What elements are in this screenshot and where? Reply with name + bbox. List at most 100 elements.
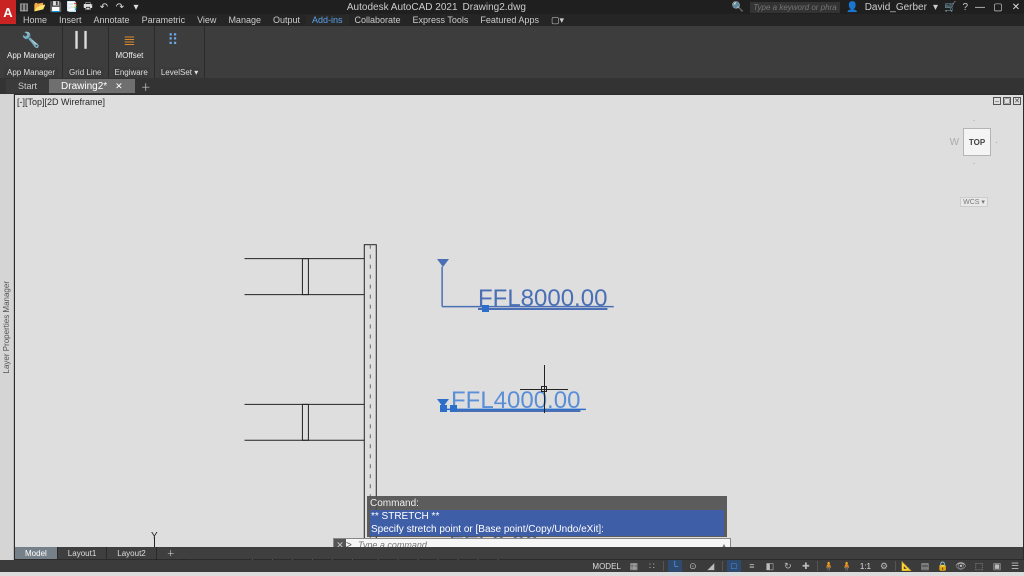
polar-icon[interactable]: ⊙ [686,560,700,572]
layout-add-icon[interactable]: ＋ [157,547,185,559]
menu-output[interactable]: Output [267,15,306,25]
appmanager-button[interactable]: 🔧 App Manager [4,28,58,61]
ribbon-panel-levelset: ⠿ LevelSet ▾ [155,26,205,78]
close-button[interactable]: ✕ [1010,1,1022,13]
tab-close-icon[interactable]: ✕ [115,81,123,92]
osnap-icon[interactable]: □ [727,560,741,572]
status-scale[interactable]: 1:1 [858,562,873,571]
level-text-ffl8000[interactable]: FFL8000.00 [478,285,607,313]
crosshair-cursor [520,365,568,413]
menu-view[interactable]: View [191,15,222,25]
tab-start[interactable]: Start [6,79,49,93]
tab-new-icon[interactable]: ＋ [139,79,153,93]
signin-icon[interactable]: 👤 [846,2,858,13]
palette-bar-layerprops[interactable]: Layer Properties Manager [0,94,14,560]
annoscale-icon[interactable]: 🧍 [840,560,854,572]
menu-manage[interactable]: Manage [222,15,267,25]
menu-bar: Home Insert Annotate Parametric View Man… [0,14,1024,26]
moffset-button[interactable]: ≣ MOffset [113,28,147,61]
cmd-hist-1: Command: [370,497,724,510]
panel-title-appmanager: App Manager [4,67,58,78]
layout-tabs: Model Layout1 Layout2 ＋ [15,547,1023,559]
tab-drawing2-label: Drawing2* [61,81,107,92]
cmd-prompt: Specify stretch point or [Base point/Cop… [370,523,724,536]
ribbon-panel-engiware: ≣ MOffset Engiware [109,26,155,78]
search-input[interactable] [750,2,840,13]
panel-title-gridline: Grid Line [67,67,103,78]
moffset-icon: ≣ [118,29,140,51]
status-model[interactable]: MODEL [590,562,622,571]
cycling-icon[interactable]: ↻ [781,560,795,572]
qat-undo-icon[interactable]: ↶ [99,2,109,12]
layerprops-label: Layer Properties Manager [2,281,11,374]
isodraft-icon[interactable]: ◢ [704,560,718,572]
workspace: Layer Properties Manager [-][Top][2D Wir… [0,94,1024,560]
qat-more-icon[interactable]: ▾ [131,2,141,12]
menu-collaborate[interactable]: Collaborate [349,15,407,25]
quickprops-icon[interactable]: ▤ [918,560,932,572]
app-menu-icon[interactable]: A [0,0,16,24]
qat-open-icon[interactable]: 📂 [35,2,45,12]
app-share-icon[interactable]: 🛒 [944,2,956,13]
qat-save-icon[interactable]: 💾 [51,2,61,12]
grip-stretch[interactable] [450,405,457,412]
annomonitor-icon[interactable]: ✚ [799,560,813,572]
cleanscreen-icon[interactable]: ▣ [990,560,1004,572]
viewport[interactable]: [-][Top][2D Wireframe] – ▢ ✕ · W TOP · ·… [14,94,1024,560]
user-name[interactable]: David_Gerber [865,2,927,13]
basket-icon[interactable]: ▾ [933,2,938,13]
level-marker-ffl8000[interactable] [437,259,449,267]
command-history: Command: ** STRETCH ** Specify stretch p… [367,496,727,537]
ribbon: 🔧 App Manager App Manager ┃┃ Grid Line ≣… [0,26,1024,78]
maximize-button[interactable]: ▢ [992,1,1004,13]
title-bar: ▥ 📂 💾 📑 🖶 ↶ ↷ ▾ Autodesk AutoCAD 2021 Dr… [0,0,1024,14]
minimize-button[interactable]: — [974,1,986,13]
menu-home[interactable]: Home [17,15,53,25]
layout-layout1[interactable]: Layout1 [58,547,107,559]
menu-overflow-icon[interactable]: ▢▾ [545,15,570,26]
levelset-icon: ⠿ [162,29,184,51]
isolate-icon[interactable]: 👁 [954,560,968,572]
gridline-icon: ┃┃ [70,29,92,51]
annoscale-person-icon[interactable]: 🧍 [822,560,836,572]
transparency-icon[interactable]: ◧ [763,560,777,572]
appmanager-icon: 🔧 [20,29,42,51]
customize-icon[interactable]: ☰ [1008,560,1022,572]
menu-addins[interactable]: Add-ins [306,15,349,25]
drawing-canvas[interactable] [15,95,1023,560]
menu-annotate[interactable]: Annotate [88,15,136,25]
help-icon[interactable]: ? [962,2,968,13]
menu-insert[interactable]: Insert [53,15,88,25]
menu-expresstools[interactable]: Express Tools [407,15,475,25]
lockui-icon[interactable]: 🔒 [936,560,950,572]
panel-title-engiware: Engiware [113,67,150,78]
layout-model[interactable]: Model [15,547,58,559]
status-bar: MODEL ▦ ∷ └ ⊙ ◢ □ ≡ ◧ ↻ ✚ 🧍 🧍 1:1 ⚙ 📐 ▤ … [0,560,1024,572]
layout-layout2[interactable]: Layout2 [107,547,156,559]
grid-display-icon[interactable]: ▦ [627,560,641,572]
lineweight-icon[interactable]: ≡ [745,560,759,572]
ribbon-panel-appmanager: 🔧 App Manager App Manager [0,26,63,78]
grip-text-ffl8000[interactable] [482,305,489,312]
panel-title-levelset[interactable]: LevelSet ▾ [159,67,200,78]
qat-plot-icon[interactable]: 🖶 [83,2,93,12]
doc-tabs: Start Drawing2* ✕ ＋ [0,78,1024,94]
hardware-accel-icon[interactable]: ⬚ [972,560,986,572]
menu-featuredapps[interactable]: Featured Apps [474,15,545,25]
ortho-icon[interactable]: └ [668,560,682,572]
qat-saveas-icon[interactable]: 📑 [67,2,77,12]
gridline-button[interactable]: ┃┃ [67,28,95,52]
cmd-hist-2: ** STRETCH ** [370,510,724,523]
workspace-gear-icon[interactable]: ⚙ [877,560,891,572]
grip-base[interactable] [440,405,447,412]
units-icon[interactable]: 📐 [900,560,914,572]
levelset-button[interactable]: ⠿ [159,28,187,52]
tab-drawing2[interactable]: Drawing2* ✕ [49,79,135,93]
search-icon[interactable]: 🔍 [732,2,744,13]
qat-redo-icon[interactable]: ↷ [115,2,125,12]
ribbon-panel-gridline: ┃┃ Grid Line [63,26,108,78]
menu-parametric[interactable]: Parametric [136,15,192,25]
snap-mode-icon[interactable]: ∷ [645,560,659,572]
qat-new-icon[interactable]: ▥ [19,2,29,12]
title-text: Autodesk AutoCAD 2021 Drawing2.dwg [141,2,732,13]
